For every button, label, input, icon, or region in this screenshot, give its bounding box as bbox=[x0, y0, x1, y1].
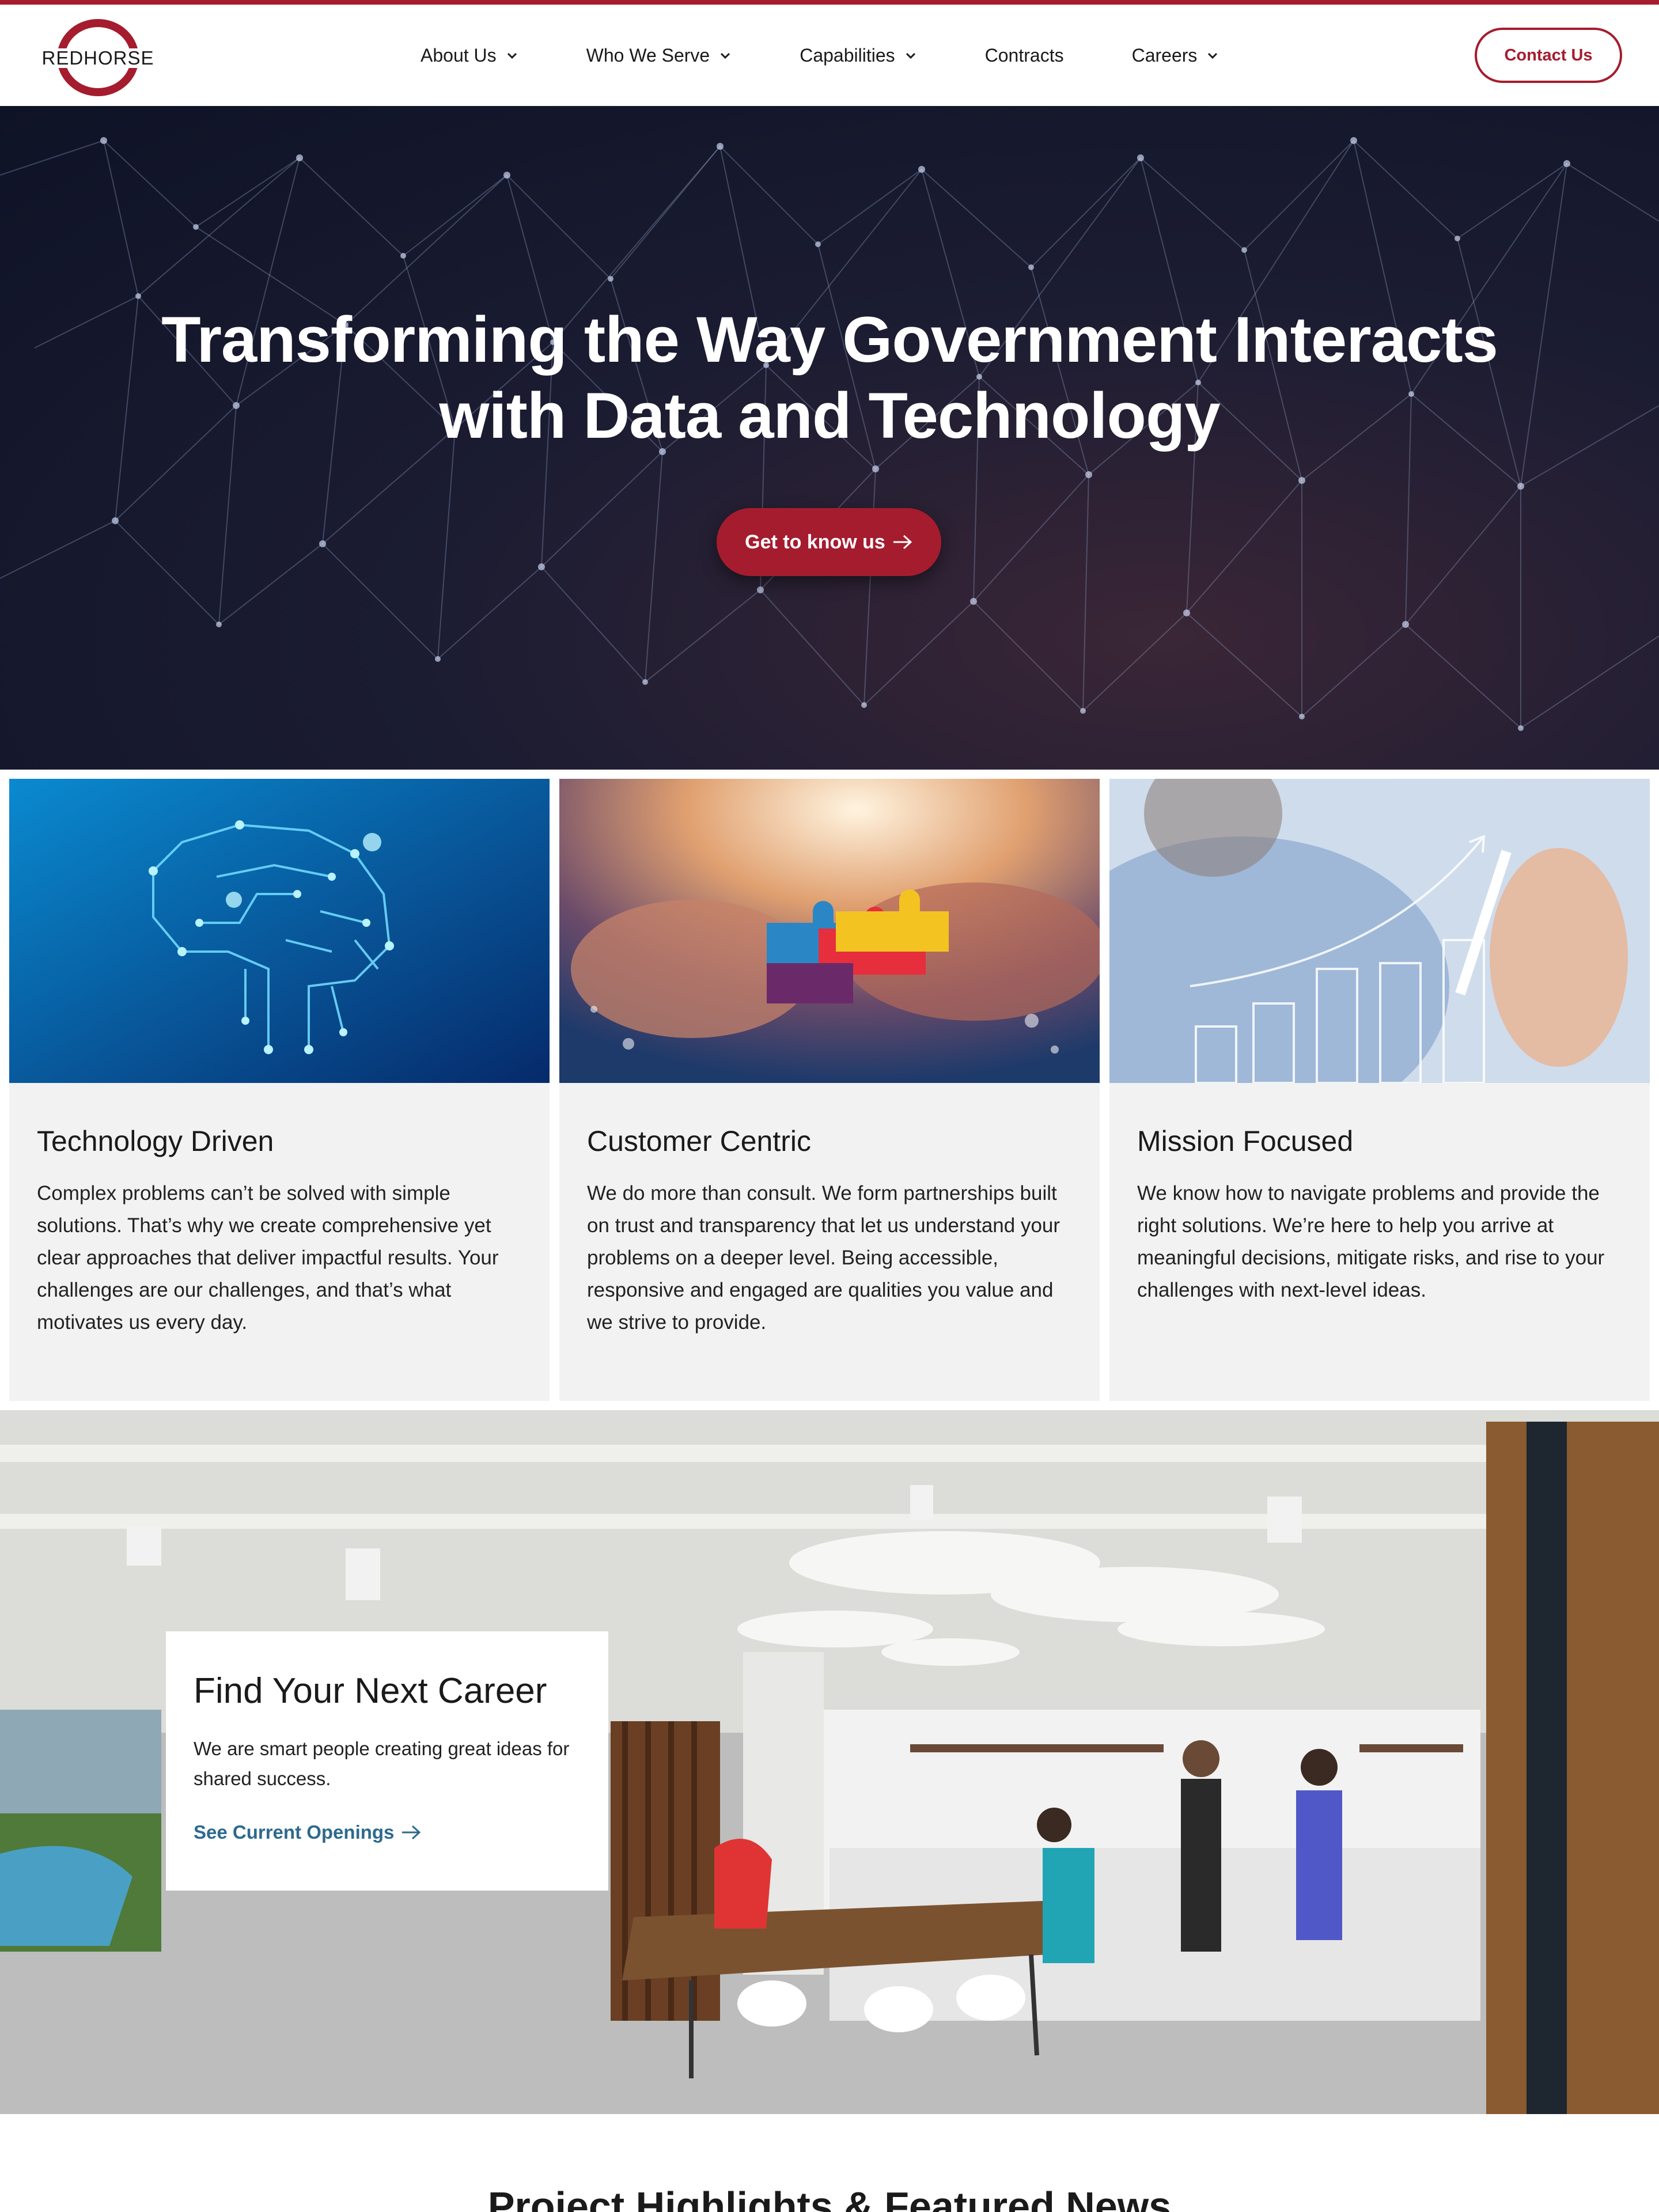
chevron-down-icon bbox=[507, 52, 517, 59]
chevron-down-icon bbox=[906, 52, 915, 59]
contact-us-button[interactable]: Contact Us bbox=[1475, 28, 1622, 83]
card-body: We know how to navigate problems and pro… bbox=[1137, 1182, 1605, 1301]
hero-section: Transforming the Way Government Interact… bbox=[0, 106, 1659, 770]
arrow-right-icon bbox=[893, 535, 912, 550]
chevron-down-icon bbox=[721, 52, 730, 59]
button-label: Get to know us bbox=[745, 531, 885, 553]
career-callout-card: Find Your Next Career We are smart peopl… bbox=[166, 1631, 608, 1891]
card-customer-centric: Customer Centric We do more than consult… bbox=[559, 779, 1100, 1401]
see-current-openings-link[interactable]: See Current Openings bbox=[194, 1821, 422, 1843]
chevron-down-icon bbox=[1208, 52, 1218, 59]
hero-title-line-1: Transforming the Way Government Interact… bbox=[161, 304, 1498, 376]
nav-item-contracts[interactable]: Contracts bbox=[985, 45, 1064, 66]
svg-text:REDHORSE: REDHORSE bbox=[41, 47, 154, 69]
card-title: Technology Driven bbox=[37, 1125, 274, 1157]
main-nav: About Us Who We Serve Capabilities Contr… bbox=[421, 5, 1219, 106]
career-title: Find Your Next Career bbox=[194, 1671, 547, 1711]
nav-label: Capabilities bbox=[800, 44, 895, 66]
careers-section: Find Your Next Career We are smart peopl… bbox=[0, 1410, 1659, 2114]
nav-label: Careers bbox=[1131, 44, 1198, 66]
redhorse-logo[interactable]: REDHORSE bbox=[35, 18, 161, 97]
growth-chart-image bbox=[1109, 779, 1650, 1083]
card-title: Customer Centric bbox=[587, 1125, 811, 1157]
card-body: Complex problems can’t be solved with si… bbox=[37, 1182, 499, 1334]
nav-item-careers[interactable]: Careers bbox=[1132, 45, 1219, 66]
card-technology-driven: Technology Driven Complex problems can’t… bbox=[9, 779, 550, 1401]
nav-label: Who We Serve bbox=[586, 44, 710, 66]
career-body: We are smart people creating great ideas… bbox=[194, 1738, 570, 1789]
feature-cards: Technology Driven Complex problems can’t… bbox=[0, 770, 1659, 1410]
nav-label: Contracts bbox=[984, 44, 1064, 66]
arrow-right-icon bbox=[402, 1825, 421, 1840]
hero-title-line-2: with Data and Technology bbox=[439, 380, 1220, 452]
nav-item-about-us[interactable]: About Us bbox=[421, 45, 518, 66]
card-body: We do more than consult. We form partner… bbox=[587, 1182, 1060, 1334]
puzzle-pieces-image bbox=[559, 779, 1100, 1083]
hero-title: Transforming the Way Government Interact… bbox=[138, 302, 1521, 454]
site-header: REDHORSE About Us Who We Serve Capabilit… bbox=[0, 5, 1659, 106]
news-section-title: Project Highlights & Featured News bbox=[487, 2184, 1172, 2212]
link-label: See Current Openings bbox=[194, 1821, 395, 1843]
card-mission-focused: Mission Focused We know how to navigate … bbox=[1109, 779, 1650, 1401]
circuit-brain-image bbox=[9, 779, 550, 1083]
nav-item-who-we-serve[interactable]: Who We Serve bbox=[586, 45, 732, 66]
accent-top-bar bbox=[0, 0, 1659, 5]
nav-label: About Us bbox=[421, 44, 497, 66]
get-to-know-us-button[interactable]: Get to know us bbox=[717, 508, 941, 576]
card-title: Mission Focused bbox=[1137, 1125, 1354, 1157]
nav-item-capabilities[interactable]: Capabilities bbox=[800, 45, 916, 66]
